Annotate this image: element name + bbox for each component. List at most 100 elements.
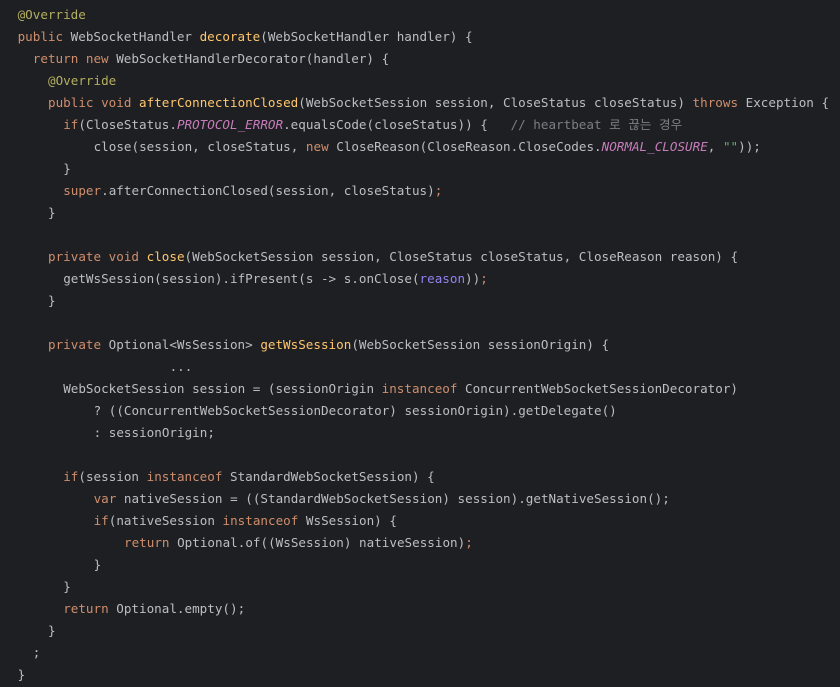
- code-token-plain: (WebSocketSession session, CloseStatus c…: [184, 249, 739, 264]
- code-line: }: [0, 576, 840, 598]
- code-token-keyword: new: [305, 139, 329, 154]
- code-token-keyword: return: [32, 51, 79, 66]
- code-token-keyword: if: [63, 117, 79, 132]
- code-token-plain: }: [48, 205, 56, 220]
- code-token-method-decl: afterConnectionClosed: [139, 95, 299, 110]
- code-token-plain: }: [63, 579, 71, 594]
- code-token-keyword: private: [48, 337, 102, 352]
- code-token-keyword: instanceof: [381, 381, 458, 396]
- code-token-plain: ;: [32, 645, 41, 660]
- code-line: : sessionOrigin;: [0, 422, 840, 444]
- code-token-plain: ? ((ConcurrentWebSocketSessionDecorator)…: [93, 403, 617, 418]
- code-token-annotation: @Override: [48, 73, 117, 88]
- code-line: var nativeSession = ((StandardWebSocketS…: [0, 488, 840, 510]
- code-line: return Optional.of((WsSession) nativeSes…: [0, 532, 840, 554]
- code-line: }: [0, 290, 840, 312]
- code-token-plain: }: [48, 623, 56, 638]
- code-token-plain: Optional<WsSession>: [101, 337, 261, 352]
- code-token-comment: // heartbeat 로 끊는 경우: [510, 117, 683, 132]
- code-line: if(CloseStatus.PROTOCOL_ERROR.equalsCode…: [0, 114, 840, 136]
- code-token-plain: .equalsCode(closeStatus)) {: [283, 117, 511, 132]
- code-token-keyword: private: [48, 249, 102, 264]
- code-token-plain: ConcurrentWebSocketSessionDecorator): [457, 381, 739, 396]
- code-token-plain: WebSocketHandler: [63, 29, 200, 44]
- code-editor[interactable]: @Override public WebSocketHandler decorat…: [0, 0, 840, 687]
- code-token-plain: (WebSocketSession sessionOrigin) {: [351, 337, 610, 352]
- code-line: }: [0, 620, 840, 642]
- code-token-keyword: void: [101, 95, 132, 110]
- code-line: close(session, closeStatus, new CloseRea…: [0, 136, 840, 158]
- code-line: super.afterConnectionClosed(session, clo…: [0, 180, 840, 202]
- code-token-plain: }: [93, 557, 102, 572]
- code-line: return Optional.empty();: [0, 598, 840, 620]
- code-token-keyword: instanceof: [146, 469, 223, 484]
- code-token-plain: close(session, closeStatus,: [93, 139, 306, 154]
- code-token-plain: ,: [707, 139, 723, 154]
- code-token-keyword: if: [63, 469, 79, 484]
- code-token-plain: )): [465, 271, 481, 286]
- code-token-keyword: new: [85, 51, 109, 66]
- code-token-keyword: instanceof: [222, 513, 299, 528]
- code-token-method-decl: close: [146, 249, 185, 264]
- code-token-method-decl: decorate: [199, 29, 261, 44]
- code-line: ...: [0, 356, 840, 378]
- code-line: private Optional<WsSession> getWsSession…: [0, 334, 840, 356]
- code-token-param: reason: [419, 271, 466, 286]
- code-token-plain: CloseReason(CloseReason.CloseCodes.: [328, 139, 602, 154]
- code-line: }: [0, 554, 840, 576]
- code-line: @Override: [0, 70, 840, 92]
- code-token-keyword: return: [63, 601, 109, 616]
- code-line: public WebSocketHandler decorate(WebSock…: [0, 26, 840, 48]
- code-line: }: [0, 664, 840, 686]
- code-line: ;: [0, 642, 840, 664]
- code-line: ? ((ConcurrentWebSocketSessionDecorator)…: [0, 400, 840, 422]
- code-token-keyword: void: [108, 249, 140, 264]
- code-token-const: NORMAL_CLOSURE: [601, 139, 708, 154]
- code-token-method-decl: getWsSession: [260, 337, 352, 352]
- code-token-plain: nativeSession = ((StandardWebSocketSessi…: [116, 491, 670, 506]
- code-token-const: PROTOCOL_ERROR: [176, 117, 284, 132]
- code-token-plain: (session: [78, 469, 147, 484]
- code-token-keyword: public: [48, 95, 94, 110]
- code-token-plain: (CloseStatus.: [78, 117, 177, 132]
- code-token-keyword: super: [63, 183, 102, 198]
- code-token-semi: ;: [465, 535, 473, 550]
- code-token-plain: ...: [169, 359, 193, 374]
- code-token-keyword: throws: [692, 95, 739, 110]
- code-token-plain: (nativeSession: [108, 513, 223, 528]
- code-line: @Override: [0, 4, 840, 26]
- code-line: WebSocketSession session = (sessionOrigi…: [0, 378, 840, 400]
- code-token-keyword: if: [93, 513, 109, 528]
- code-token-plain: (WebSocketHandler handler) {: [260, 29, 473, 44]
- code-line: public void afterConnectionClosed(WebSoc…: [0, 92, 840, 114]
- code-token-plain: WebSocketSession session = (sessionOrigi…: [63, 381, 382, 396]
- code-token-plain: }: [48, 293, 56, 308]
- code-line: if(session instanceof StandardWebSocketS…: [0, 466, 840, 488]
- code-token-plain: (WebSocketSession session, CloseStatus c…: [298, 95, 693, 110]
- code-token-plain: WebSocketHandlerDecorator(handler) {: [108, 51, 390, 66]
- code-token-semi: ;: [480, 271, 488, 286]
- code-token-keyword: var: [93, 491, 117, 506]
- code-line: return new WebSocketHandlerDecorator(han…: [0, 48, 840, 70]
- code-line: }: [0, 202, 840, 224]
- code-token-plain: StandardWebSocketSession) {: [222, 469, 435, 484]
- code-token-string: "": [722, 139, 739, 154]
- code-token-plain: WsSession) {: [298, 513, 397, 528]
- code-token-plain: getWsSession(session).ifPresent(s -> s.o…: [63, 271, 420, 286]
- code-token-plain: .afterConnectionClosed(session, closeSta…: [101, 183, 435, 198]
- code-token-semi: ;: [434, 183, 443, 198]
- code-token-plain: : sessionOrigin;: [93, 425, 215, 440]
- code-token-keyword: public: [17, 29, 64, 44]
- code-token-keyword: return: [124, 535, 170, 550]
- code-token-plain: ));: [738, 139, 761, 154]
- code-token-plain: }: [63, 161, 71, 176]
- code-token-plain: Exception {: [738, 95, 830, 110]
- code-token-plain: Optional.empty();: [108, 601, 246, 616]
- code-line: private void close(WebSocketSession sess…: [0, 246, 840, 268]
